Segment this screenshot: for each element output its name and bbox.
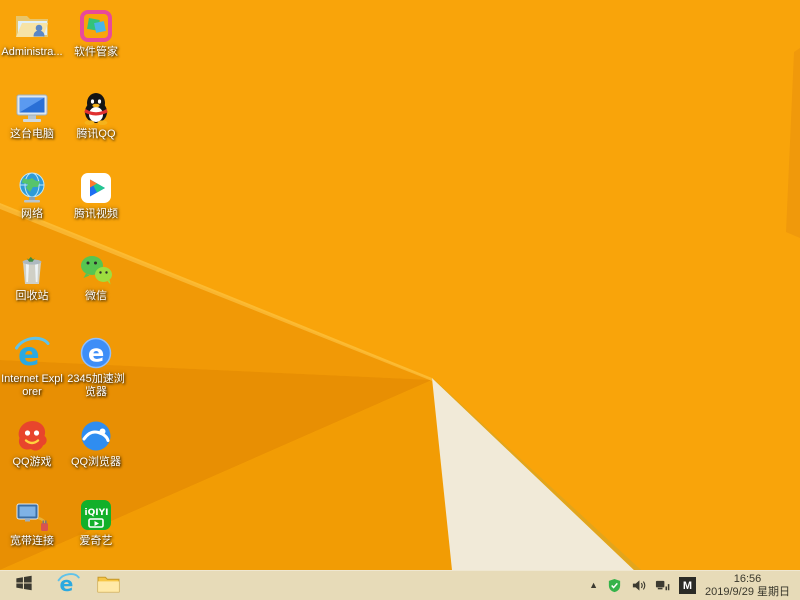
icon-label: QQ游戏	[12, 456, 52, 468]
taskbar-file-explorer-button[interactable]	[88, 571, 128, 600]
taskbar-clock[interactable]: 16:56 2019/9/29 星期日	[705, 573, 790, 599]
icon-label: Administra...	[1, 46, 63, 58]
desktop-icon-iqiyi[interactable]: iQIYI 爱奇艺	[64, 497, 128, 548]
software-manager-icon	[78, 8, 114, 44]
iqiyi-icon: iQIYI	[78, 497, 114, 533]
icon-label: 这台电脑	[10, 128, 54, 140]
desktop-icon-qq-browser[interactable]: QQ浏览器	[64, 418, 128, 469]
internet-explorer-icon: e	[57, 572, 80, 600]
icon-label: QQ浏览器	[70, 456, 122, 468]
icon-label: 宽带连接	[10, 535, 54, 547]
ime-language-badge[interactable]: M	[679, 577, 696, 594]
taskbar-internet-explorer-button[interactable]: e	[48, 571, 88, 600]
recycle-bin-icon	[14, 252, 50, 288]
file-explorer-icon	[97, 574, 120, 598]
desktop-icon-tencent-video[interactable]: 腾讯视频	[64, 170, 128, 221]
desktop-icon-this-pc[interactable]: 这台电脑	[0, 90, 64, 141]
start-button[interactable]	[0, 571, 48, 600]
desktop-icon-tencent-qq[interactable]: 腾讯QQ	[64, 90, 128, 141]
icon-label: 爱奇艺	[79, 535, 113, 547]
desktop[interactable]: Administra... 这台电脑 网络 回收站 e Internet Exp…	[0, 0, 800, 570]
qq-games-icon	[14, 418, 50, 454]
hidden-icons-chevron[interactable]: ▲	[589, 581, 598, 590]
network-globe-icon	[14, 170, 50, 206]
user-folder-icon	[14, 8, 50, 44]
taskbar: e ▲ M 16:56 2019/9/29 星期日	[0, 570, 800, 600]
computer-icon	[14, 90, 50, 126]
desktop-icon-network[interactable]: 网络	[0, 170, 64, 221]
icon-label: 回收站	[15, 290, 49, 302]
windows-start-icon	[15, 574, 33, 597]
desktop-icon-administrator[interactable]: Administra...	[0, 8, 64, 59]
internet-explorer-icon: e	[14, 335, 50, 371]
svg-text:iQIYI: iQIYI	[85, 508, 109, 518]
icon-label: 2345加速浏览器	[67, 373, 125, 398]
clock-date: 2019/9/29 星期日	[705, 585, 790, 598]
clock-time: 16:56	[733, 572, 762, 585]
desktop-icon-broadband[interactable]: 宽带连接	[0, 497, 64, 548]
icon-label: 腾讯视频	[74, 208, 118, 220]
desktop-icon-qq-games[interactable]: QQ游戏	[0, 418, 64, 469]
2345-browser-icon: e	[78, 335, 114, 371]
tencent-video-icon	[78, 170, 114, 206]
svg-text:e: e	[88, 340, 104, 368]
icon-label: 微信	[85, 290, 107, 302]
icon-label: Internet Explorer	[1, 373, 63, 398]
broadband-icon	[14, 497, 50, 533]
security-green-icon[interactable]	[607, 578, 622, 593]
volume-icon[interactable]	[631, 578, 646, 593]
icon-label: 软件管家	[74, 46, 118, 58]
system-tray: ▲ M 16:56 2019/9/29 星期日	[589, 573, 800, 599]
desktop-icon-2345-browser[interactable]: e 2345加速浏览器	[64, 335, 128, 399]
desktop-icon-internet-explorer[interactable]: e Internet Explorer	[0, 335, 64, 399]
desktop-icon-software-manager[interactable]: 软件管家	[64, 8, 128, 59]
qq-browser-icon	[78, 418, 114, 454]
wechat-icon	[78, 252, 114, 288]
network-tray-icon[interactable]	[655, 578, 670, 593]
icon-label: 腾讯QQ	[76, 128, 116, 140]
qq-penguin-icon	[78, 90, 114, 126]
icon-label: 网络	[21, 208, 43, 220]
desktop-icon-recycle-bin[interactable]: 回收站	[0, 252, 64, 303]
desktop-icon-wechat[interactable]: 微信	[64, 252, 128, 303]
